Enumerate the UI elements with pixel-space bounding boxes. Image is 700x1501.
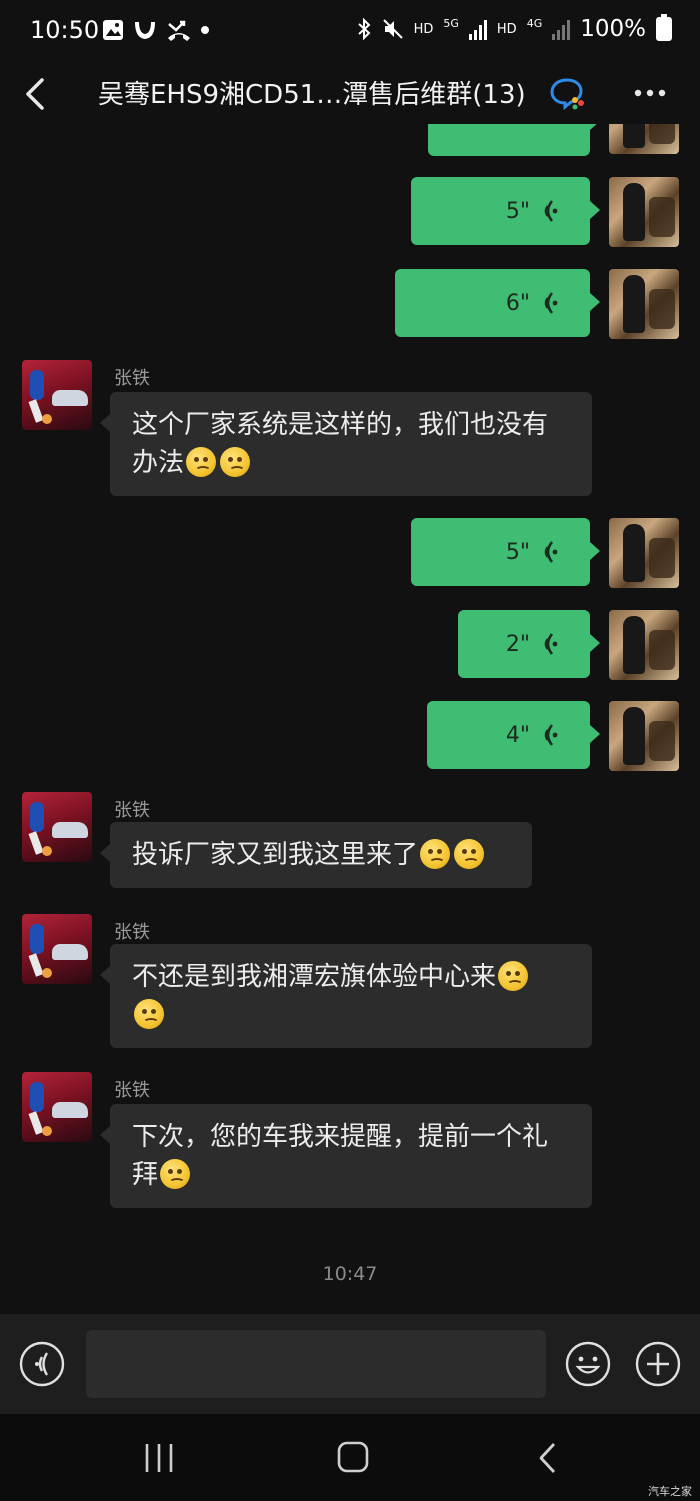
text-message-bubble[interactable]: 这个厂家系统是这样的，我们也没有 办法 [100,392,592,496]
my-avatar[interactable] [609,269,679,339]
signal-icon-1 [468,20,487,40]
message-input[interactable] [86,1330,546,1398]
text-message-bubble[interactable]: 下次，您的车我来提醒，提前一个礼 拜 [100,1104,592,1208]
gallery-icon [103,20,123,40]
message-text: 不还是到我湘潭宏旗体验中心来 [132,962,497,992]
voice-wave-icon [544,724,558,746]
mute-icon [382,19,403,39]
network-4g-label: 4G [526,16,543,30]
message-text: 拜 [132,1160,159,1190]
my-avatar[interactable] [609,701,679,771]
battery-icon [656,14,672,41]
chat-header: 吴骞EHS9湘CD51…潭售后维群(13) [0,62,700,124]
my-avatar[interactable] [609,124,679,154]
voice-message-bubble[interactable]: 2" [458,610,600,678]
voice-duration: 6" [505,290,530,316]
emoji-icon [420,839,451,869]
signal-icon-2 [552,20,571,40]
voice-message-bubble[interactable]: 4" [427,701,600,769]
my-avatar[interactable] [609,177,679,247]
text-message-bubble[interactable]: 投诉厂家又到我这里来了 [100,822,532,888]
voice-duration: 4" [505,722,530,748]
message-text: 下次，您的车我来提醒，提前一个礼 [132,1122,549,1152]
sender-avatar[interactable] [22,914,92,984]
voice-duration: 2" [505,631,530,657]
back-arrow-icon[interactable] [20,74,54,114]
sender-avatar[interactable] [22,360,92,430]
hd-label-1: HD [413,21,434,37]
system-nav-bar [0,1414,700,1501]
emoji-picker-icon[interactable] [564,1340,612,1388]
text-message-bubble[interactable]: 不还是到我湘潭宏旗体验中心来 [100,944,592,1048]
sender-name: 张铁 [114,368,150,389]
voice-wave-icon [544,633,558,655]
add-attachment-icon[interactable] [634,1340,682,1388]
message-text: 投诉厂家又到我这里来了 [132,840,419,870]
message-text: 办法 [132,448,185,478]
sender-name: 张铁 [114,800,150,821]
nav-back-icon[interactable] [536,1440,560,1476]
emoji-icon [160,1159,191,1189]
message-list[interactable]: 5" 6" 张铁 这个厂家系统是这样的，我们也没有 办法 5" 2" 4" 张铁… [0,124,700,1314]
notification-icons [102,18,210,42]
enterprise-chat-icon[interactable] [548,76,586,110]
more-options-icon[interactable] [628,76,672,110]
home-icon[interactable] [336,1440,370,1474]
clock: 10:50 [30,16,100,44]
hd-label-2: HD [496,21,517,37]
input-bar [0,1314,700,1414]
network-5g-label: 5G [443,16,459,30]
my-avatar[interactable] [609,610,679,680]
status-bar: 10:50 HD 5G HD 4G 100% [0,0,700,62]
message-text: 这个厂家系统是这样的，我们也没有 [132,410,549,440]
voice-input-icon[interactable] [18,1340,66,1388]
system-icons: HD 5G HD 4G 100% [356,14,672,42]
recent-apps-icon[interactable] [142,1442,176,1474]
voice-wave-icon [544,200,558,222]
bluetooth-icon [357,17,371,41]
dot-icon [201,26,209,34]
voice-message-bubble[interactable] [428,124,600,156]
sender-avatar[interactable] [22,792,92,862]
voice-wave-icon [544,541,558,563]
sender-name: 张铁 [114,922,150,943]
voice-message-bubble[interactable]: 5" [411,177,600,245]
emoji-icon [186,447,217,477]
app-notification-icon [135,22,155,39]
voice-duration: 5" [505,539,530,565]
message-timestamp: 10:47 [322,1263,378,1285]
emoji-icon [220,447,251,477]
missed-call-icon [168,20,190,41]
voice-message-bubble[interactable]: 6" [395,269,600,337]
my-avatar[interactable] [609,518,679,588]
voice-wave-icon [544,292,558,314]
sender-name: 张铁 [114,1080,150,1101]
chat-title: 吴骞EHS9湘CD51…潭售后维群(13) [98,80,526,110]
battery-percent: 100% [580,16,646,42]
sender-avatar[interactable] [22,1072,92,1142]
emoji-icon [498,961,529,991]
watermark: 汽车之家 [648,1485,692,1498]
voice-duration: 5" [505,198,530,224]
emoji-icon [454,839,485,869]
voice-message-bubble[interactable]: 5" [411,518,600,586]
emoji-icon [134,999,164,1029]
